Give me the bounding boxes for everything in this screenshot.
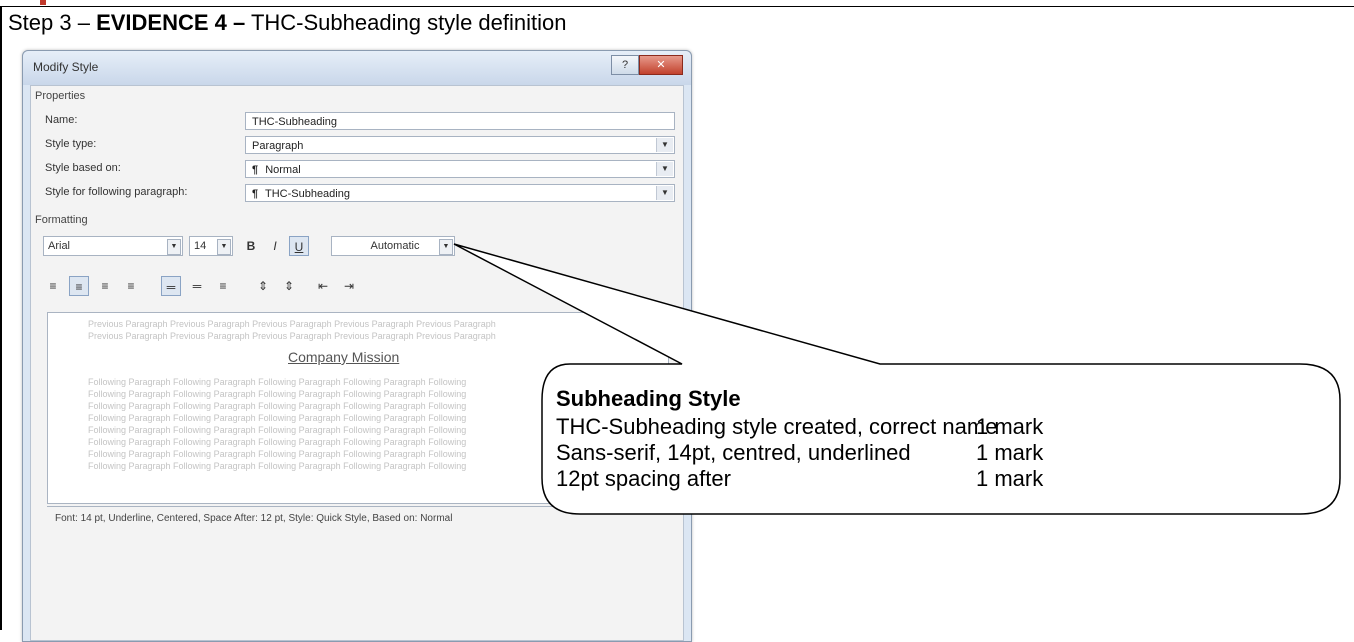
- criteria-mark: 1 mark: [976, 440, 1044, 465]
- marking-callout: Subheading Style THC-Subheading style cr…: [556, 386, 1076, 492]
- criteria-label: 12pt spacing after: [556, 466, 731, 491]
- criteria-row: 12pt spacing after 1 mark: [556, 466, 1076, 492]
- callout-shape: [453, 243, 1341, 515]
- criteria-mark: 1 mark: [976, 414, 1044, 439]
- criteria-mark: 1 mark: [976, 466, 1044, 491]
- criteria-label: Sans-serif, 14pt, centred, underlined: [556, 440, 911, 465]
- callout-title: Subheading Style: [556, 386, 741, 411]
- criteria-label: THC-Subheading style created, correct na…: [556, 414, 998, 439]
- criteria-row: THC-Subheading style created, correct na…: [556, 414, 1076, 440]
- criteria-row: Sans-serif, 14pt, centred, underlined 1 …: [556, 440, 1076, 466]
